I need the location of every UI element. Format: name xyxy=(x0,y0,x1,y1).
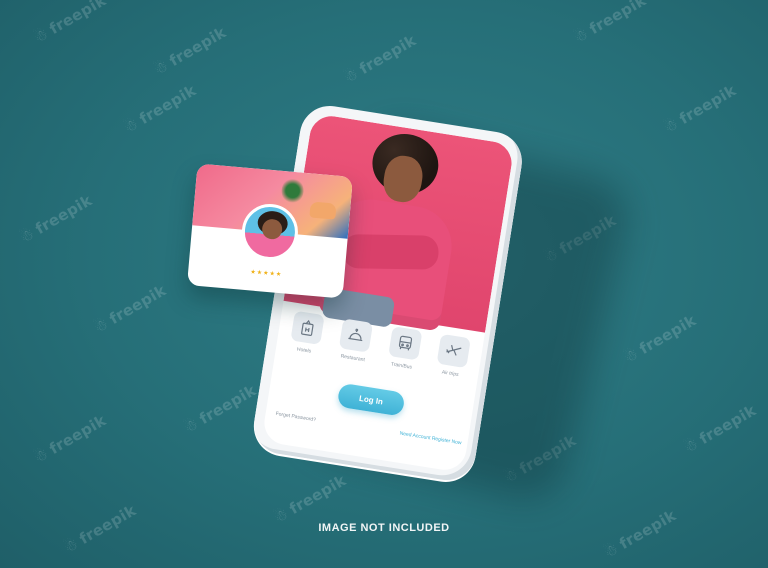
forgot-password-link[interactable]: Forget Password? xyxy=(275,411,316,423)
watermark: freepik xyxy=(151,23,229,79)
menu-item-label: Restaurant xyxy=(340,353,366,364)
watermark: freepik xyxy=(621,311,699,367)
watermark: freepik xyxy=(121,81,199,137)
star-rating: ★★★★★ xyxy=(250,268,283,279)
hotel-icon xyxy=(290,310,325,346)
profile-card: ★★★★★ xyxy=(186,163,354,299)
airplane-icon xyxy=(436,333,471,369)
login-button[interactable]: Log In xyxy=(336,382,406,417)
watermark: freepik xyxy=(661,81,739,137)
auth-links: Forget Password? Need Account Register N… xyxy=(275,411,462,446)
watermark: freepik xyxy=(341,31,419,87)
watermark: freepik xyxy=(31,0,109,47)
watermark: freepik xyxy=(17,191,95,247)
restaurant-icon xyxy=(339,318,374,353)
watermark: freepik xyxy=(31,411,109,467)
watermark: freepik xyxy=(271,471,349,527)
watermark: freepik xyxy=(571,0,649,47)
watermark: freepik xyxy=(181,381,259,437)
bus-icon xyxy=(387,326,423,361)
menu-item-label: Hotels xyxy=(296,346,312,355)
image-not-included-caption: IMAGE NOT INCLUDED xyxy=(318,522,450,534)
watermark: freepik xyxy=(91,281,169,337)
watermark: freepik xyxy=(601,506,679,562)
menu-item-train-bus[interactable]: Train/Bus xyxy=(379,325,429,372)
menu-item-hotels[interactable]: Hotels xyxy=(282,310,332,357)
menu-item-air-trips[interactable]: Air trips xyxy=(428,333,478,380)
watermark: freepik xyxy=(681,401,759,457)
menu-item-restaurant[interactable]: Restaurant xyxy=(330,317,380,364)
register-link[interactable]: Need Account Register Now xyxy=(399,431,462,447)
menu-item-label: Train/Bus xyxy=(390,361,413,371)
menu-item-label: Air trips xyxy=(441,369,459,378)
